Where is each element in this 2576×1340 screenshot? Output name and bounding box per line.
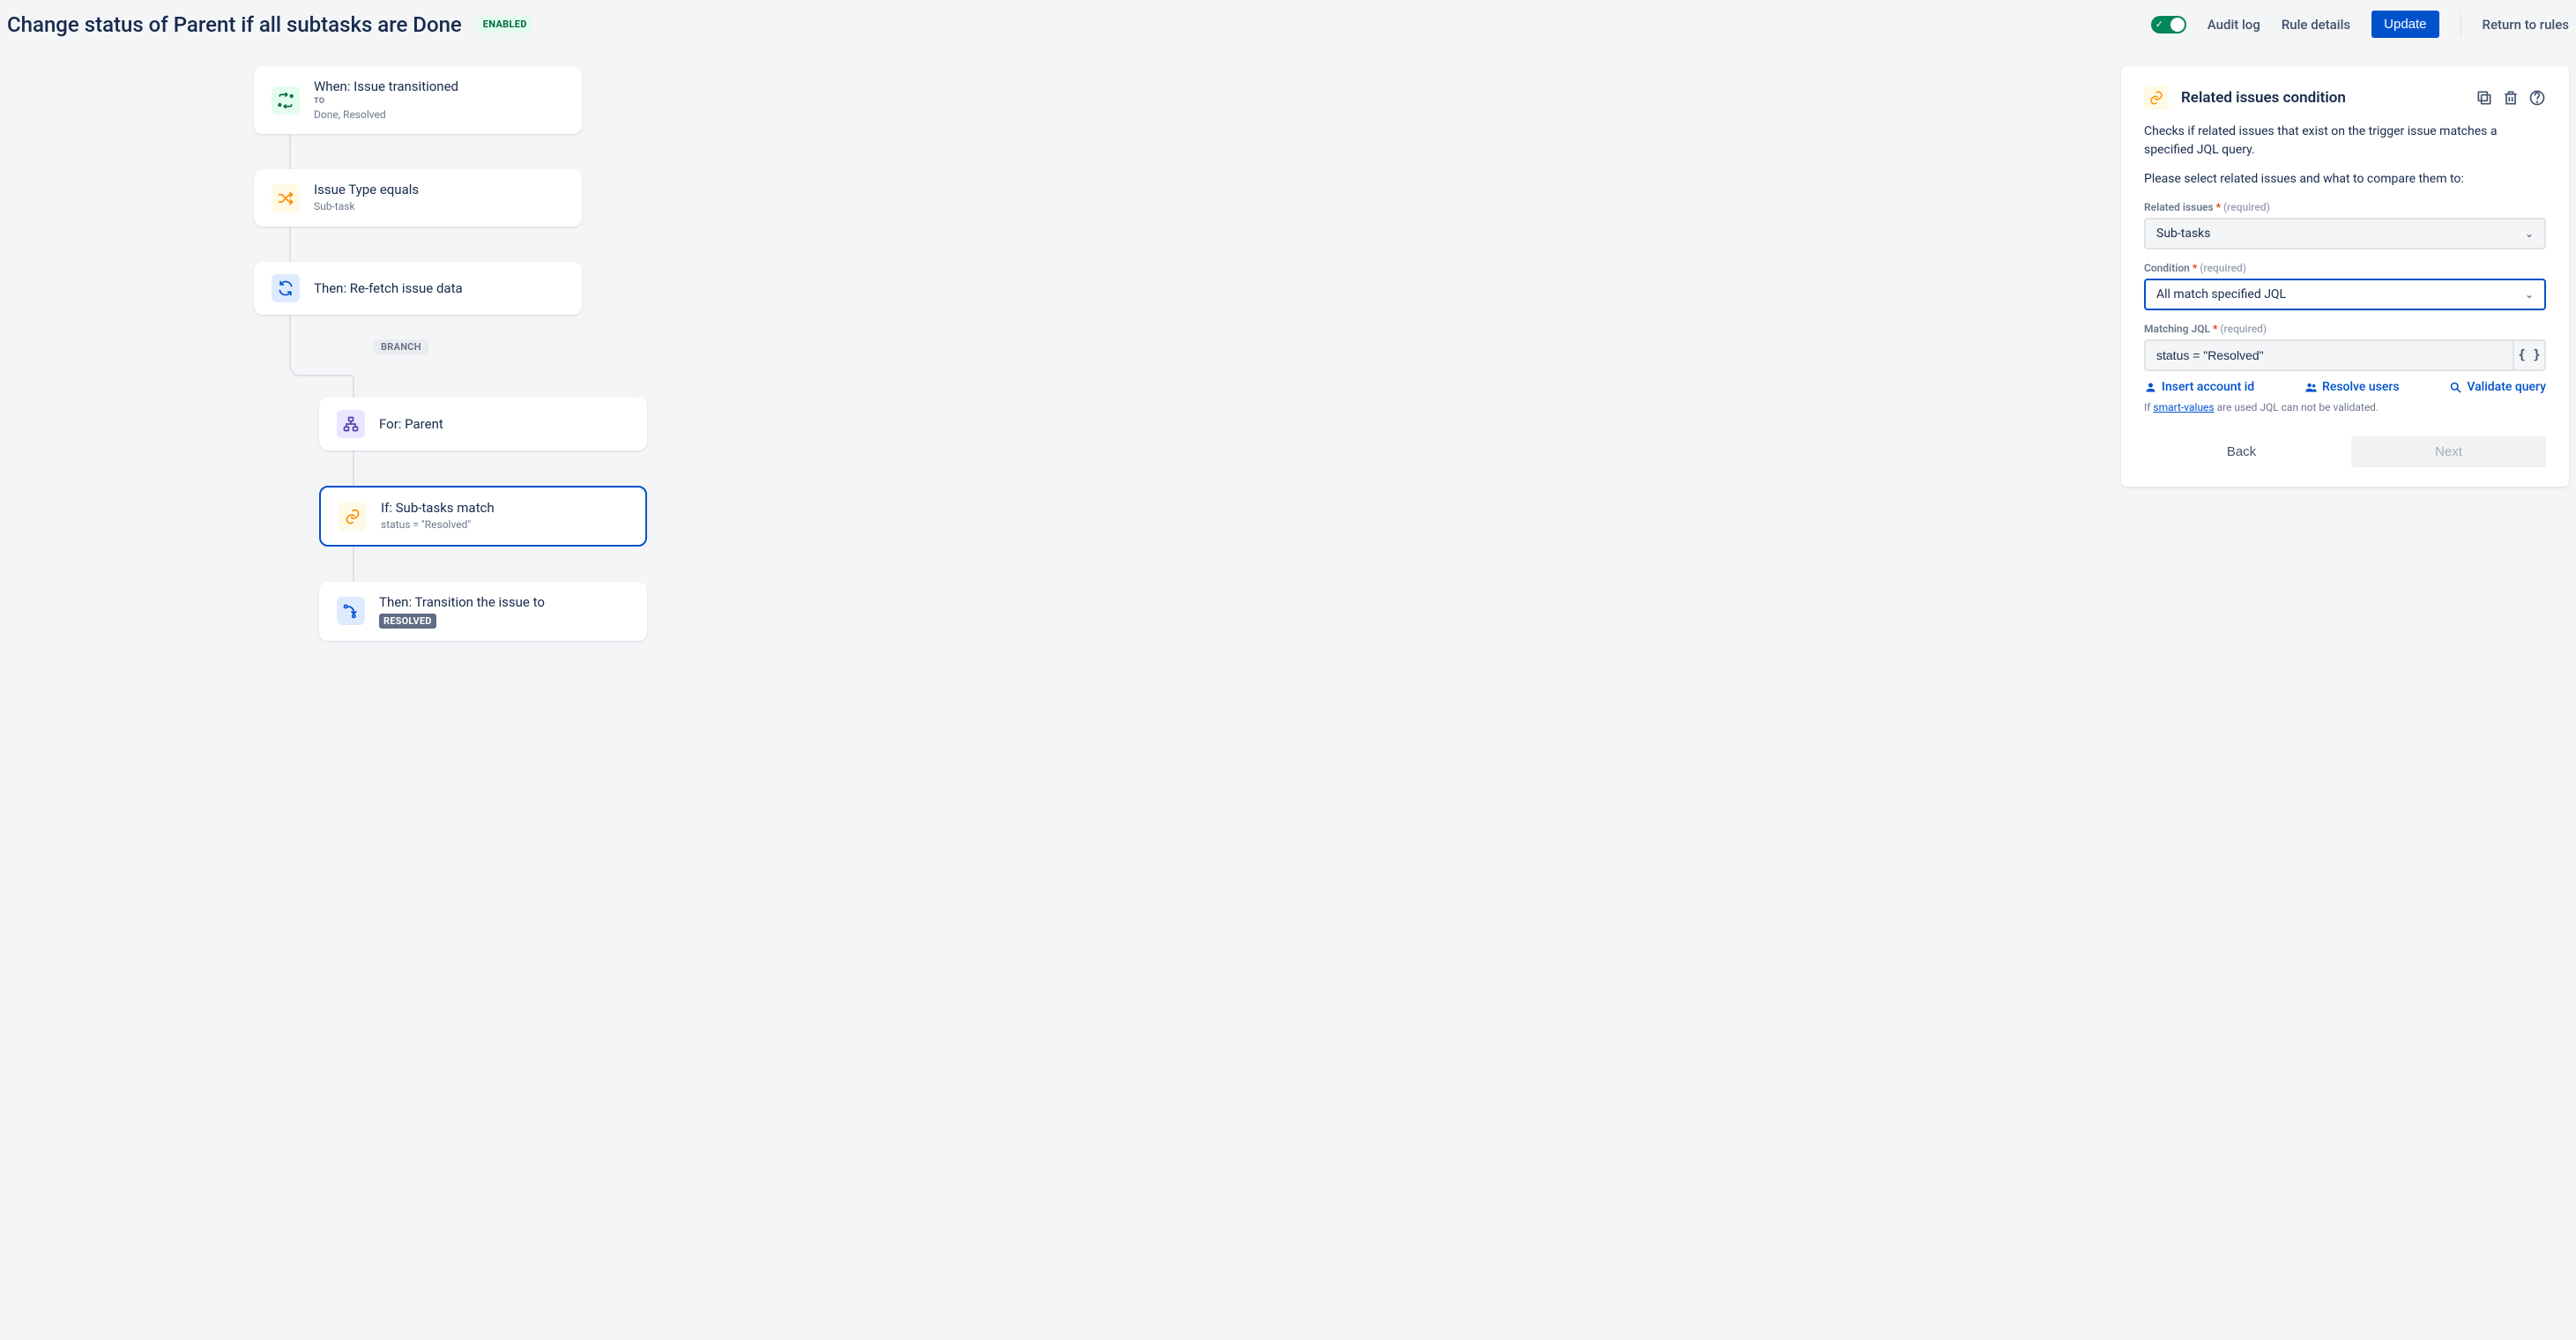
smart-values-note: If smart-values are used JQL can not be … <box>2144 401 2546 413</box>
card-title: Then: Transition the issue to <box>379 594 629 610</box>
rule-card-trigger[interactable]: When: Issue transitioned TO Done, Resolv… <box>254 66 582 134</box>
card-sub-value: Done, Resolved <box>314 108 564 123</box>
related-issues-select[interactable]: Sub-tasks ⌄ <box>2144 218 2546 249</box>
card-sub-label: TO <box>314 96 564 108</box>
condition-label: Condition * (required) <box>2144 262 2546 274</box>
page-title: Change status of Parent if all subtasks … <box>7 12 462 37</box>
link-icon <box>2144 86 2169 110</box>
rule-card-issue-type[interactable]: Issue Type equals Sub-task <box>254 169 582 227</box>
next-button: Next <box>2351 436 2546 467</box>
connector <box>353 376 354 398</box>
rule-card-refetch[interactable]: Then: Re-fetch issue data <box>254 262 582 315</box>
copy-icon[interactable] <box>2475 89 2493 107</box>
rule-card-subtasks-match[interactable]: If: Sub-tasks match status = "Resolved" <box>319 486 647 547</box>
connector <box>353 547 354 582</box>
rule-enabled-toggle[interactable]: ✓ <box>2151 16 2186 34</box>
panel-title: Related issues condition <box>2181 89 2463 107</box>
validate-query-link[interactable]: Validate query <box>2449 380 2546 394</box>
chevron-down-icon: ⌄ <box>2525 227 2534 240</box>
smart-values-link[interactable]: smart-values <box>2153 401 2214 413</box>
card-title: Issue Type equals <box>314 182 564 197</box>
jql-braces-button[interactable]: { } <box>2513 339 2546 371</box>
card-sub-value: Sub-task <box>314 199 564 214</box>
resolve-users-link[interactable]: Resolve users <box>2304 380 2400 394</box>
insert-account-id-link[interactable]: Insert account id <box>2144 380 2254 394</box>
card-title: When: Issue transitioned <box>314 78 564 94</box>
rule-card-branch[interactable]: For: Parent <box>319 398 647 450</box>
delete-icon[interactable] <box>2502 89 2520 107</box>
parent-icon <box>337 410 365 438</box>
update-button[interactable]: Update <box>2371 11 2438 38</box>
rule-details-link[interactable]: Rule details <box>2282 17 2350 33</box>
condition-panel: Related issues condition Checks if relat… <box>2121 66 2569 487</box>
matching-jql-label: Matching JQL * (required) <box>2144 323 2546 335</box>
card-sub-value: status = "Resolved" <box>381 517 628 532</box>
shuffle-icon <box>272 184 300 212</box>
audit-log-link[interactable]: Audit log <box>2207 17 2260 33</box>
card-title: For: Parent <box>379 416 629 432</box>
panel-prompt: Please select related issues and what to… <box>2144 170 2546 189</box>
check-icon: ✓ <box>2155 19 2163 30</box>
connector <box>289 134 291 169</box>
transition-icon <box>272 86 300 115</box>
back-button[interactable]: Back <box>2144 436 2339 467</box>
jql-input[interactable] <box>2144 339 2513 371</box>
card-title: If: Sub-tasks match <box>381 500 628 516</box>
refresh-icon <box>272 274 300 302</box>
status-lozenge: RESOLVED <box>379 614 436 629</box>
return-to-rules-link[interactable]: Return to rules <box>2483 17 2569 33</box>
branch-connector: BRANCH <box>289 315 2103 376</box>
help-icon[interactable] <box>2528 89 2546 107</box>
branch-badge: BRANCH <box>374 339 428 354</box>
status-badge: ENABLED <box>478 16 532 33</box>
transition-to-icon <box>337 597 365 625</box>
link-icon <box>339 502 367 531</box>
panel-description: Checks if related issues that exist on t… <box>2144 123 2546 160</box>
card-title: Then: Re-fetch issue data <box>314 280 564 296</box>
connector <box>289 227 291 262</box>
condition-select[interactable]: All match specified JQL ⌄ <box>2144 279 2546 310</box>
rule-card-transition[interactable]: Then: Transition the issue to RESOLVED <box>319 582 647 641</box>
chevron-down-icon: ⌄ <box>2525 288 2534 301</box>
connector <box>353 450 354 486</box>
related-issues-label: Related issues * (required) <box>2144 201 2546 213</box>
